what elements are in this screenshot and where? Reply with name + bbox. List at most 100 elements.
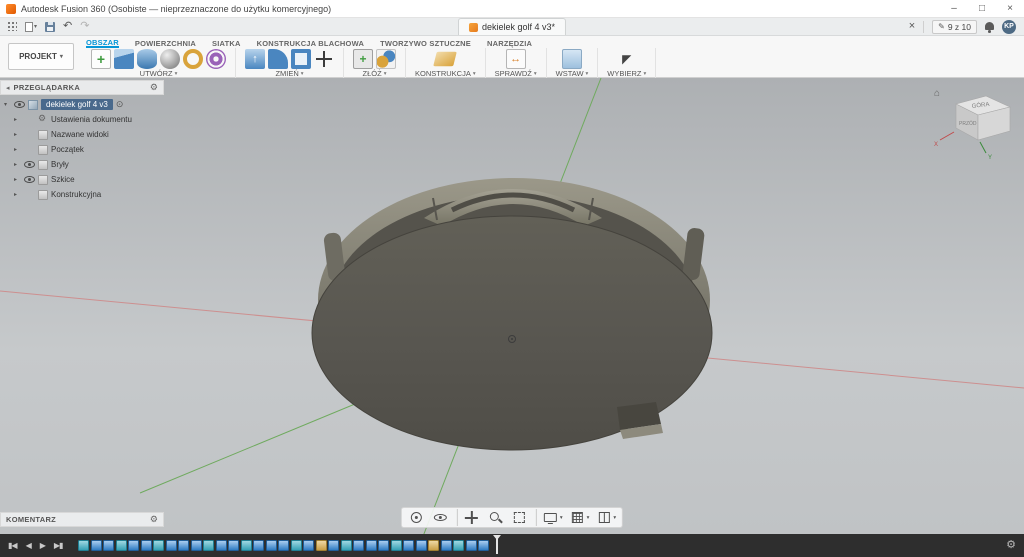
ribbon-tab[interactable]: TWORZYWO SZTUCZNE (380, 39, 471, 48)
nav-tool-button[interactable] (406, 509, 428, 526)
timeline-control-button[interactable]: ▶▮ (54, 541, 64, 550)
ribbon-tab[interactable]: OBSZAR (86, 38, 119, 48)
activate-component-icon[interactable]: ⊙ (116, 100, 124, 109)
timeline-feature-icon[interactable] (265, 540, 277, 551)
browser-root-row[interactable]: ▾ dekielek golf 4 v3 ⊙ (0, 95, 164, 112)
timeline-feature-icon[interactable] (90, 540, 102, 551)
comment-panel[interactable]: KOMENTARZ ⚙ (0, 512, 164, 527)
nav-tool-button[interactable]: ▾ (593, 509, 618, 526)
timeline-feature-icon[interactable] (340, 540, 352, 551)
nav-tool-button[interactable]: ▾ (535, 509, 565, 526)
ribbon-group-label[interactable]: KONSTRUKCJA ▾ (415, 69, 476, 78)
timeline-feature-icon[interactable] (153, 540, 165, 551)
browser-item[interactable]: ▸ Szkice (0, 172, 164, 187)
expand-triangle-icon[interactable]: ▸ (14, 132, 21, 138)
ribbon-tool-icon[interactable] (376, 49, 396, 69)
home-view-icon[interactable]: ⌂ (934, 88, 940, 99)
close-tab-button[interactable]: × (909, 21, 915, 32)
browser-item[interactable]: ▸ Nazwane widoki (0, 127, 164, 142)
timeline-feature-icon[interactable] (240, 540, 252, 551)
maximize-button[interactable]: □ (968, 0, 996, 17)
nav-tool-button[interactable] (430, 509, 452, 526)
nav-tool-button[interactable] (485, 509, 507, 526)
ribbon-tab[interactable]: POWIERZCHNIA (135, 39, 196, 48)
timeline-feature-icon[interactable] (428, 540, 440, 551)
timeline-settings-gear-icon[interactable]: ⚙ (1006, 540, 1016, 551)
timeline-feature-icon[interactable] (465, 540, 477, 551)
timeline-feature-icon[interactable] (478, 540, 490, 551)
timeline-feature-icon[interactable] (390, 540, 402, 551)
user-avatar[interactable]: KP (1002, 19, 1016, 34)
ribbon-tool-icon[interactable] (268, 49, 288, 69)
timeline-feature-icon[interactable] (165, 540, 177, 551)
timeline-feature-icon[interactable] (365, 540, 377, 551)
nav-tool-button[interactable] (456, 509, 483, 526)
ribbon-tool-icon[interactable] (91, 49, 111, 69)
ribbon-tab[interactable]: SIATKA (212, 39, 241, 48)
3d-viewport[interactable]: ◂ PRZEGLĄDARKA ⚙ ▾ dekielek golf 4 v3 ⊙ … (0, 78, 1024, 534)
timeline-feature-icon[interactable] (115, 540, 127, 551)
document-tab[interactable]: dekielek golf 4 v3* (457, 18, 567, 35)
timeline-feature-icon[interactable] (453, 540, 465, 551)
view-cube[interactable]: ⌂ GÓRA PRZÓD X Y (928, 82, 1020, 162)
browser-settings-gear-icon[interactable]: ⚙ (150, 83, 158, 92)
timeline-feature-icon[interactable] (278, 540, 290, 551)
ribbon-tab[interactable]: NARZĘDZIA (487, 39, 532, 48)
ribbon-tool-icon[interactable] (617, 49, 637, 69)
timeline-control-button[interactable]: ▮◀ (8, 541, 18, 550)
timeline-feature-icon[interactable] (78, 540, 90, 551)
browser-item[interactable]: ▸ Początek (0, 142, 164, 157)
timeline-feature-icon[interactable] (203, 540, 215, 551)
timeline-track[interactable] (78, 534, 1002, 557)
timeline-feature-icon[interactable] (303, 540, 315, 551)
timeline-feature-icon[interactable] (103, 540, 115, 551)
view-cube-body[interactable]: GÓRA PRZÓD (955, 95, 1011, 141)
expand-triangle-icon[interactable]: ▸ (14, 117, 21, 123)
timeline-feature-icon[interactable] (440, 540, 452, 551)
close-button[interactable]: × (996, 0, 1024, 17)
ribbon-tool-icon[interactable] (245, 49, 265, 69)
visibility-eye-icon[interactable] (24, 161, 35, 168)
undo-button[interactable]: ↶ (63, 21, 72, 32)
quota-badge[interactable]: ✎ 9 z 10 (932, 19, 977, 34)
collapse-panel-icon[interactable]: ◂ (6, 84, 10, 92)
save-button[interactable] (45, 21, 56, 32)
expand-triangle-icon[interactable]: ▸ (14, 147, 21, 153)
timeline-feature-icon[interactable] (215, 540, 227, 551)
ribbon-group-label[interactable]: WYBIERZ ▾ (607, 69, 646, 78)
root-component-label[interactable]: dekielek golf 4 v3 (41, 99, 113, 110)
browser-header[interactable]: ◂ PRZEGLĄDARKA ⚙ (0, 80, 164, 95)
timeline-control-button[interactable]: ▶ (40, 541, 46, 550)
timeline-feature-icon[interactable] (328, 540, 340, 551)
timeline-control-button[interactable]: ◀ (26, 541, 32, 550)
minimize-button[interactable]: – (940, 0, 968, 17)
timeline-feature-icon[interactable] (228, 540, 240, 551)
expand-triangle-icon[interactable]: ▸ (14, 162, 21, 168)
ribbon-group-label[interactable]: UTWÓRZ ▾ (140, 69, 178, 78)
timeline-feature-icon[interactable] (353, 540, 365, 551)
redo-button[interactable]: ↷ (80, 21, 89, 32)
ribbon-tool-icon[interactable] (114, 49, 134, 69)
visibility-eye-icon[interactable] (24, 176, 35, 183)
project-button[interactable]: PROJEKT ▾ (8, 43, 74, 70)
ribbon-tool-icon[interactable] (183, 49, 203, 69)
visibility-eye-icon[interactable] (14, 101, 25, 108)
ribbon-tool-icon[interactable] (561, 49, 582, 69)
notifications-button[interactable] (985, 22, 994, 33)
timeline-feature-icon[interactable] (140, 540, 152, 551)
timeline-feature-icon[interactable] (315, 540, 327, 551)
browser-item[interactable]: ▸ Ustawienia dokumentu (0, 112, 164, 127)
ribbon-tool-icon[interactable] (353, 49, 373, 69)
3d-model[interactable] (311, 178, 713, 451)
comment-settings-gear-icon[interactable]: ⚙ (150, 515, 158, 524)
file-menu-button[interactable]: ▾ (25, 21, 37, 32)
ribbon-tool-icon[interactable] (505, 49, 526, 69)
timeline-feature-icon[interactable] (253, 540, 265, 551)
ribbon-group-label[interactable]: WSTAW ▾ (556, 69, 589, 78)
app-menu-button[interactable] (8, 22, 17, 31)
timeline-feature-icon[interactable] (403, 540, 415, 551)
timeline-position-marker[interactable] (493, 535, 502, 554)
browser-item[interactable]: ▸ Konstrukcyjna (0, 187, 164, 202)
nav-tool-button[interactable]: ▾ (567, 509, 592, 526)
timeline-feature-icon[interactable] (128, 540, 140, 551)
